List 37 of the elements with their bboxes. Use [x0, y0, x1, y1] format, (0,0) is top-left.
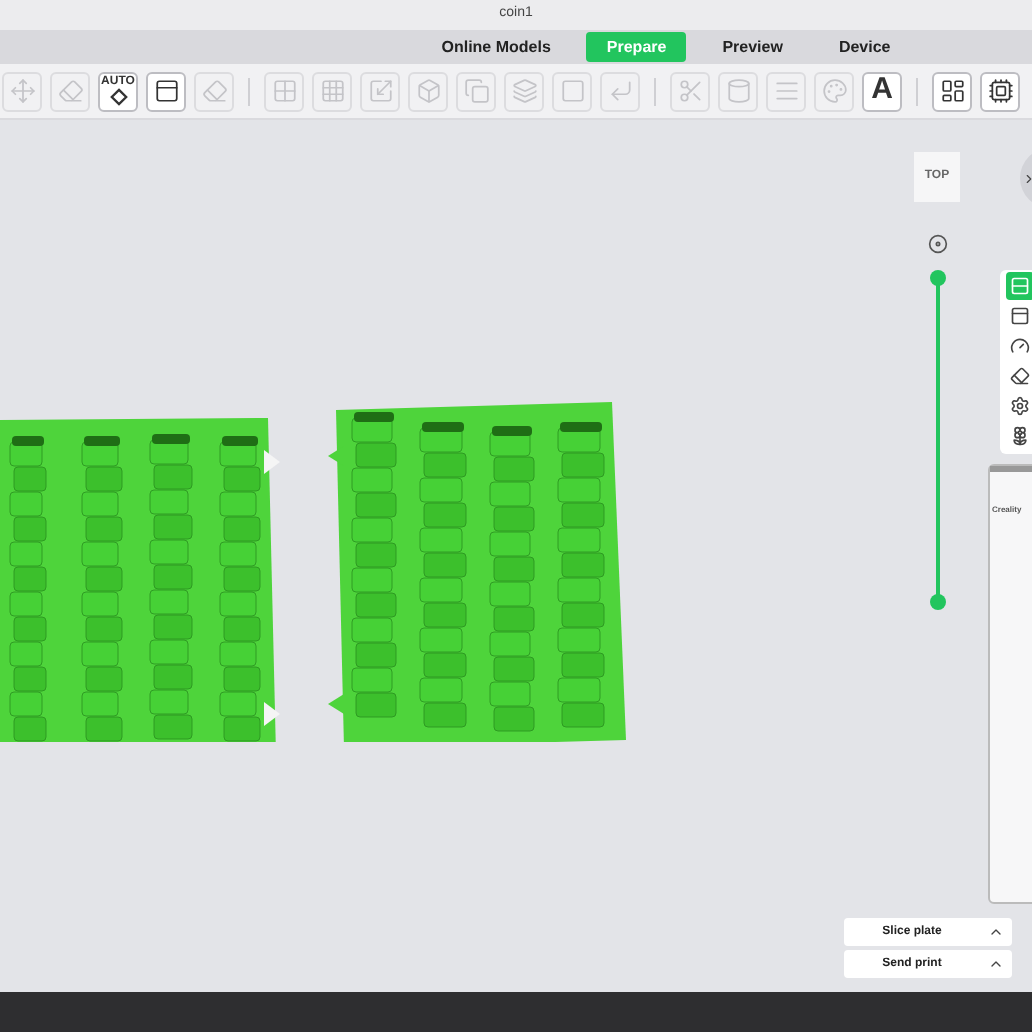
toolbar-button[interactable]: [980, 71, 1020, 111]
layout-icon: [939, 78, 965, 104]
cube-icon: [415, 78, 441, 104]
toolbar-button[interactable]: [146, 71, 186, 111]
scale-icon: [367, 78, 393, 104]
layer-slider-track[interactable]: [928, 270, 948, 610]
corner-arrow-icon: [607, 78, 633, 104]
side-panel-button[interactable]: [1006, 392, 1032, 420]
grid-icon: [319, 78, 345, 104]
scissors-icon: [677, 78, 703, 104]
side-panel-button[interactable]: [1006, 362, 1032, 390]
tab[interactable]: Device: [818, 32, 911, 62]
gauge-icon: [1010, 336, 1030, 356]
copy-icon: [463, 78, 489, 104]
eraser-icon: [1010, 366, 1030, 386]
eraser-icon: [201, 78, 227, 104]
chip-icon: [987, 78, 1013, 104]
square-icon: [559, 78, 585, 104]
diamond-icon: [109, 88, 127, 106]
palette-icon: [821, 78, 847, 104]
toolbar-button[interactable]: [932, 71, 972, 111]
move-icon: [9, 78, 35, 104]
side-panel-button[interactable]: [1006, 302, 1032, 330]
rows-icon: [1010, 276, 1030, 296]
grid-icon: [271, 78, 297, 104]
tab[interactable]: Preview: [702, 32, 803, 62]
tab[interactable]: Online Models: [421, 32, 571, 62]
lines-icon: [773, 78, 799, 104]
cylinder-icon: [725, 78, 751, 104]
text-tool-button[interactable]: A: [862, 71, 902, 111]
gear-icon: [1010, 396, 1030, 416]
flower-icon: [1010, 426, 1030, 446]
slider-handle[interactable]: [930, 270, 946, 286]
slider-handle[interactable]: [930, 594, 946, 610]
panel-icon: [153, 78, 179, 104]
eraser-icon: [57, 78, 83, 104]
panel-icon: [1010, 306, 1030, 326]
